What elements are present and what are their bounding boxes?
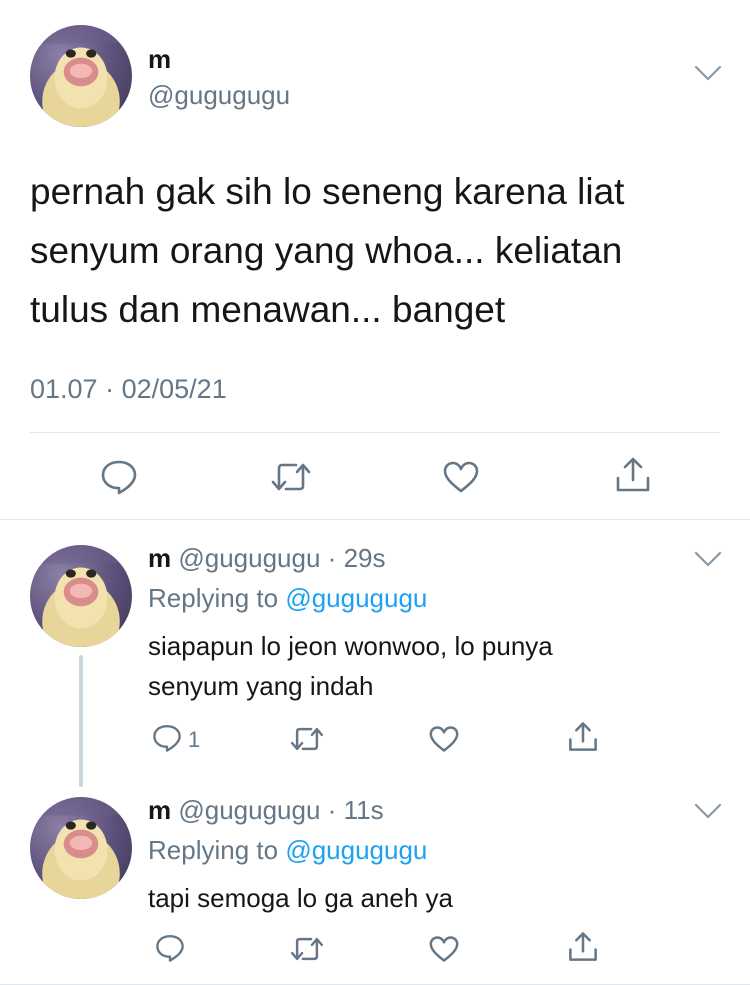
meta-separator: ·	[327, 795, 337, 825]
share-button[interactable]	[567, 721, 599, 753]
reply-header[interactable]: m @gugugugu · 29s	[148, 543, 386, 574]
replying-to-label: Replying to	[148, 835, 279, 865]
divider	[0, 519, 750, 520]
reply-age: 29s	[343, 543, 386, 573]
tweet-text-line: pernah gak sih lo seneng karena liat	[30, 171, 625, 212]
meta-separator: ·	[327, 543, 337, 573]
share-button[interactable]	[614, 456, 652, 494]
author-handle[interactable]: @gugugugu	[178, 795, 320, 825]
meta-separator: ·	[105, 374, 115, 404]
tweet-text-line: senyum orang yang whoa... keliatan	[30, 230, 623, 271]
reply-button[interactable]	[155, 933, 185, 963]
retweet-button[interactable]	[290, 725, 324, 753]
retweet-arrows-icon	[271, 463, 311, 491]
retweet-button[interactable]	[290, 935, 324, 963]
speech-bubble-icon	[156, 934, 184, 962]
like-button[interactable]	[428, 935, 460, 963]
reply-count: 1	[188, 727, 201, 752]
reply-header[interactable]: m @gugugugu · 11s	[148, 795, 384, 826]
speech-bubble-icon	[101, 460, 137, 495]
reply-button[interactable]	[100, 458, 138, 496]
replying-to: Replying to @gugugugu	[148, 835, 427, 866]
replying-to-handle-link[interactable]: @gugugugu	[285, 835, 427, 865]
author-name[interactable]: m	[148, 795, 171, 825]
tweet-time: 01.07	[30, 374, 98, 404]
tweet-text-line: tulus dan menawan... banget	[30, 289, 506, 330]
like-button[interactable]	[428, 725, 460, 753]
thread-connector-line	[79, 655, 83, 787]
reply-age: 11s	[343, 795, 384, 825]
tweet-date: 02/05/21	[121, 374, 227, 404]
retweet-button[interactable]	[271, 460, 311, 494]
tweet-timestamp[interactable]: 01.07 · 02/05/21	[30, 374, 227, 405]
share-upload-icon	[569, 722, 597, 751]
reply-button[interactable]	[152, 723, 182, 753]
author-handle[interactable]: @gugugugu	[178, 543, 320, 573]
author-name[interactable]: m	[148, 44, 171, 75]
duck-avatar-image	[30, 545, 132, 647]
heart-icon	[429, 726, 459, 752]
duck-avatar-image	[30, 25, 132, 127]
tweet-text: pernah gak sih lo seneng karena liat sen…	[30, 162, 720, 339]
avatar[interactable]	[30, 25, 132, 127]
chevron-down-icon[interactable]	[694, 64, 722, 82]
retweet-arrows-icon	[290, 727, 324, 751]
speech-bubble-icon	[153, 724, 181, 752]
share-button[interactable]	[567, 931, 599, 963]
reply-text: siapapun lo jeon wonwoo, lo punya senyum…	[148, 626, 708, 706]
reply-text-line: tapi semoga lo ga aneh ya	[148, 883, 453, 913]
like-button[interactable]	[442, 460, 480, 494]
reply-text: tapi semoga lo ga aneh ya	[148, 878, 708, 918]
replying-to-handle-link[interactable]: @gugugugu	[285, 583, 427, 613]
author-name[interactable]: m	[148, 543, 171, 573]
share-upload-icon	[616, 457, 650, 492]
author-handle[interactable]: @gugugugu	[148, 80, 290, 111]
heart-icon	[443, 461, 479, 493]
avatar[interactable]	[30, 797, 132, 899]
avatar[interactable]	[30, 545, 132, 647]
chevron-down-icon[interactable]	[694, 550, 722, 568]
replying-to: Replying to @gugugugu	[148, 583, 427, 614]
share-upload-icon	[569, 932, 597, 961]
duck-avatar-image	[30, 797, 132, 899]
reply-text-line: siapapun lo jeon wonwoo, lo punya	[148, 631, 553, 661]
retweet-arrows-icon	[290, 937, 324, 961]
heart-icon	[429, 936, 459, 962]
reply-text-line: senyum yang indah	[148, 671, 374, 701]
divider	[30, 432, 720, 433]
replying-to-label: Replying to	[148, 583, 279, 613]
chevron-down-icon[interactable]	[694, 802, 722, 820]
